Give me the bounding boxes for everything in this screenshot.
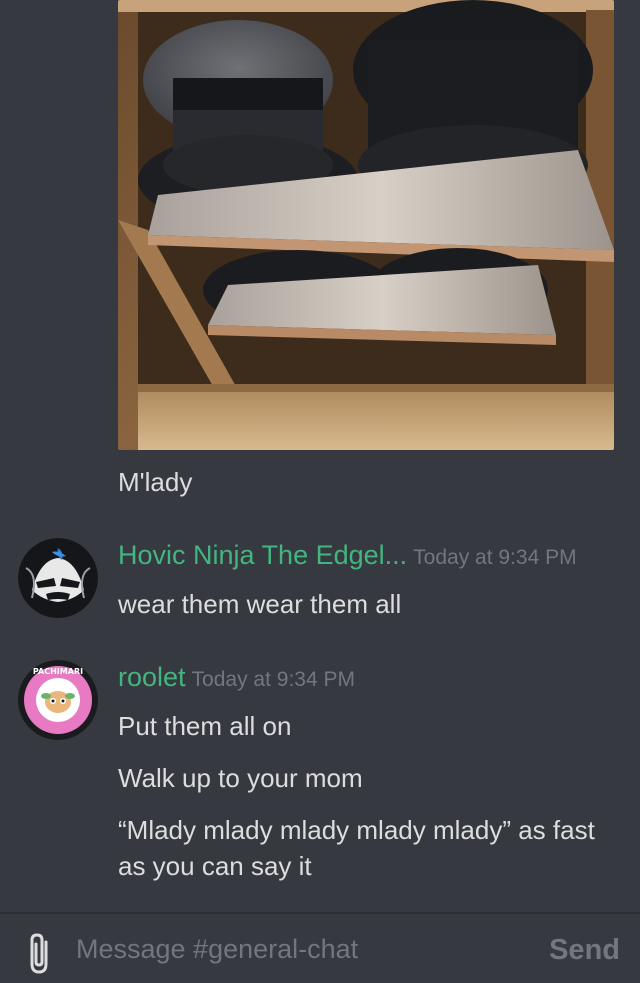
message-line: “Mlady mlady mlady mlady mlady” as fast …	[118, 815, 595, 881]
message-line: Walk up to your mom	[118, 763, 363, 793]
hat-shelf-photo	[118, 0, 614, 450]
username[interactable]: Hovic Ninja The Edgel...	[118, 540, 407, 570]
message-line: wear them wear them all	[118, 589, 402, 619]
message-header: Hovic Ninja The Edgel... Today at 9:34 PM	[118, 540, 577, 571]
message-list[interactable]: M'lady Hovic Ninja The Edgel... Today at …	[0, 0, 640, 912]
timestamp: Today at 9:34 PM	[191, 668, 355, 691]
message-line: Put them all on	[118, 711, 292, 741]
message-composer: Send	[0, 912, 640, 983]
message-caption: M'lady	[118, 467, 193, 497]
message-header: roolet Today at 9:34 PM	[118, 662, 355, 693]
message-input[interactable]	[76, 928, 516, 970]
chat-screen: M'lady Hovic Ninja The Edgel... Today at …	[0, 0, 640, 983]
send-button[interactable]: Send	[547, 928, 622, 972]
username[interactable]: roolet	[118, 662, 186, 692]
avatar-ring-text: PACHIMARI	[33, 667, 83, 676]
image-attachment[interactable]	[118, 0, 614, 450]
paperclip-icon[interactable]	[22, 932, 56, 976]
pachimari-avatar-icon[interactable]: PACHIMARI	[18, 660, 98, 740]
ninja-avatar-icon[interactable]	[18, 538, 98, 618]
timestamp: Today at 9:34 PM	[413, 546, 577, 569]
